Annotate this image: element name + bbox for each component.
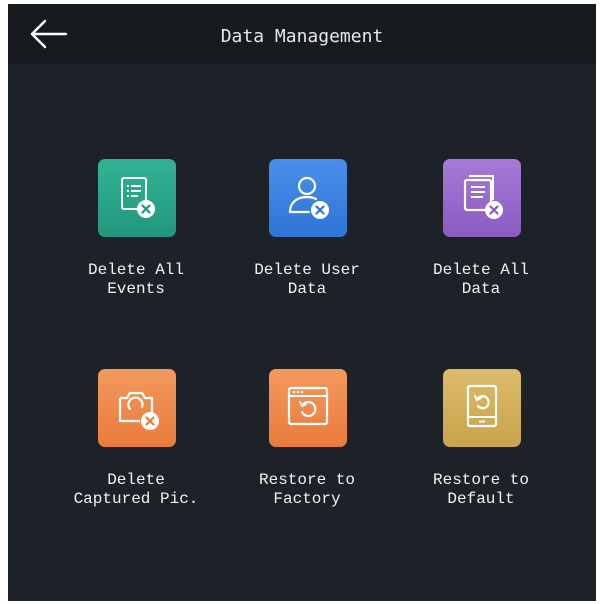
tile-delete-all-data[interactable]: Delete All Data — [401, 159, 561, 329]
tile-label: Restore to Factory — [258, 471, 355, 508]
tile-icon-box — [98, 369, 176, 447]
tile-label: Delete Captured Pic. — [73, 471, 199, 508]
window-restore-icon — [287, 386, 329, 426]
tile-icon-box — [443, 159, 521, 237]
event-list-delete-icon — [121, 177, 155, 218]
tile-label: Delete All Data — [432, 261, 529, 298]
tile-restore-to-default[interactable]: Restore to Default — [401, 369, 561, 539]
document-delete-icon — [463, 175, 503, 219]
arrow-left-icon — [30, 19, 68, 49]
tile-icon-box — [269, 159, 347, 237]
camera-delete-icon — [118, 391, 159, 430]
header-bar: Data Management — [8, 4, 596, 64]
tile-icon-box — [269, 369, 347, 447]
tile-restore-to-factory[interactable]: Restore to Factory — [227, 369, 387, 539]
tile-icon-box — [98, 159, 176, 237]
tile-delete-all-events[interactable]: Delete All Events — [56, 159, 216, 329]
tile-label: Delete All Events — [87, 261, 184, 298]
tile-label: Restore to Default — [432, 471, 529, 508]
page-title: Data Management — [220, 26, 384, 47]
tile-label: Delete User Data — [254, 261, 360, 298]
back-button[interactable] — [22, 14, 72, 54]
tile-delete-captured-pic[interactable]: Delete Captured Pic. — [56, 369, 216, 539]
tile-icon-box — [443, 369, 521, 447]
tile-delete-user-data[interactable]: Delete User Data — [227, 159, 387, 329]
user-delete-icon — [288, 176, 329, 219]
device-restore-icon — [466, 384, 498, 428]
screen: Data Management Delete All Events Delete… — [8, 4, 596, 601]
